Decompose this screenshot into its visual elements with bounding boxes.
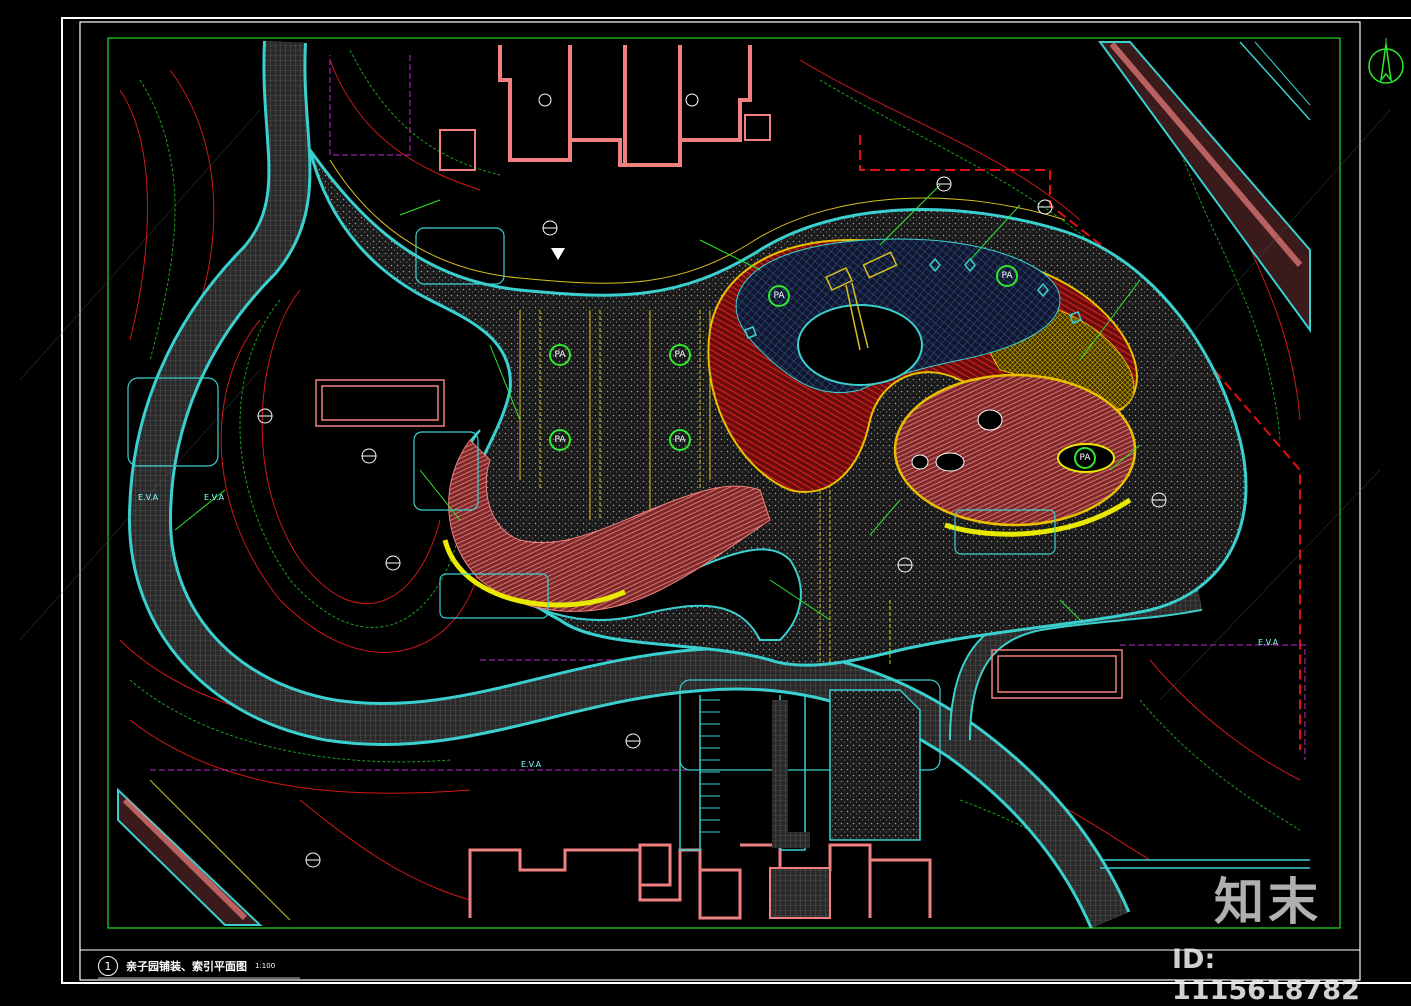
pa-marker: PA (549, 429, 571, 451)
pa-marker: PA (549, 344, 571, 366)
pa-marker: PA (996, 265, 1018, 287)
eva-label: E.V.A (1258, 638, 1279, 647)
pa-marker: PA (1074, 447, 1096, 469)
drawing-title: 亲子园铺装、索引平面图 (126, 960, 247, 973)
eva-label: E.V.A (138, 493, 159, 502)
drawing-scale: 1:100 (255, 962, 276, 970)
pa-marker: PA (768, 285, 790, 307)
pa-marker: PA (669, 344, 691, 366)
north-arrow-icon (1368, 38, 1404, 84)
pa-marker: PA (669, 429, 691, 451)
watermark-id: ID: 1115618782 (1172, 944, 1360, 1006)
eva-label: E.V.A (521, 760, 542, 769)
watermark-logo: 知末 (1214, 873, 1322, 931)
eva-label: E.V.A (204, 493, 225, 502)
drawing-title-block: 1 亲子园铺装、索引平面图 1:100 (98, 956, 275, 976)
view-number: 1 (98, 956, 118, 976)
